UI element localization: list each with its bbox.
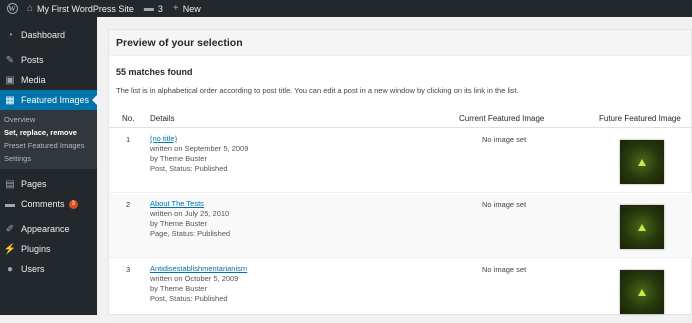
sidebar-item-label: Users <box>21 264 45 274</box>
sidebar-item-pages[interactable]: ▤ Pages <box>0 174 97 194</box>
sidebar-item-label: Appearance <box>21 224 70 234</box>
sidebar-item-featured-images[interactable]: ▦ Featured Images <box>0 90 97 110</box>
admin-bar: W ⌂ My First WordPress Site ▬ 3 + New <box>0 0 692 17</box>
row-number: 2 <box>126 200 131 209</box>
main-content: Preview of your selection 55 matches fou… <box>97 17 692 323</box>
future-image-thumbnail <box>620 270 664 314</box>
row-number: 1 <box>126 135 131 144</box>
sidebar-item-label: Posts <box>21 55 44 65</box>
post-date: written on September 5, 2009 <box>150 144 249 153</box>
featured-images-submenu: Overview Set, replace, remove Preset Fea… <box>0 110 97 169</box>
row-details: About The Tests written on July 25, 2010… <box>150 199 230 239</box>
submenu-preset-featured-images[interactable]: Preset Featured Images <box>0 139 97 152</box>
site-name-link[interactable]: ⌂ My First WordPress Site <box>22 0 139 17</box>
sidebar-item-posts[interactable]: ✎ Posts <box>0 50 97 70</box>
sidebar-item-media[interactable]: ▣ Media <box>0 70 97 90</box>
site-name: My First WordPress Site <box>37 3 134 14</box>
brush-icon: ✐ <box>5 223 15 235</box>
current-image-status: No image set <box>482 265 527 274</box>
post-status: Post, Status: Published <box>150 294 228 303</box>
row-details: (no title) written on September 5, 2009 … <box>150 134 248 174</box>
comments-link[interactable]: ▬ 3 <box>139 0 168 17</box>
wordpress-icon: W <box>6 3 18 14</box>
media-icon: ▣ <box>5 74 15 86</box>
triangle-logo-icon <box>638 223 646 231</box>
post-author: by Theme Buster <box>150 154 207 163</box>
home-icon: ⌂ <box>27 3 34 14</box>
sidebar-item-label: Featured Images <box>21 95 90 105</box>
table-row: 3 Antidisestablishmentarianism written o… <box>109 259 692 323</box>
sidebar-item-dashboard[interactable]: ◔ Dashboard <box>0 25 97 45</box>
post-author: by Theme Buster <box>150 219 207 228</box>
row-number: 3 <box>126 265 131 274</box>
table-row: 2 About The Tests written on July 25, 20… <box>109 194 692 258</box>
future-image-thumbnail <box>620 140 664 184</box>
sidebar-item-plugins[interactable]: ⚡ Plugins <box>0 239 97 259</box>
submenu-overview[interactable]: Overview <box>0 113 97 126</box>
submenu-settings[interactable]: Settings <box>0 152 97 165</box>
current-image-status: No image set <box>482 135 527 144</box>
sidebar-item-appearance[interactable]: ✐ Appearance <box>0 219 97 239</box>
image-icon: ▦ <box>5 94 15 106</box>
row-details: Antidisestablishmentarianism written on … <box>150 264 247 304</box>
post-author: by Theme Buster <box>150 284 207 293</box>
post-date: written on July 25, 2010 <box>150 209 230 218</box>
list-note: The list is in alphabetical order accord… <box>116 86 519 95</box>
matches-count: 55 matches found <box>116 67 193 77</box>
post-title-link[interactable]: About The Tests <box>150 199 230 209</box>
comment-icon: ▬ <box>143 3 154 14</box>
sidebar-item-label: Comments <box>21 199 65 209</box>
new-label: New <box>182 3 201 14</box>
post-status: Page, Status: Published <box>150 229 231 238</box>
sidebar-item-users[interactable]: ● Users <box>0 259 97 279</box>
comment-icon: ▬ <box>5 198 15 210</box>
sidebar-item-label: Media <box>21 75 46 85</box>
wordpress-logo-button[interactable]: W <box>2 0 22 17</box>
post-date: written on October 5, 2009 <box>150 274 239 283</box>
user-icon: ● <box>6 263 14 275</box>
triangle-logo-icon <box>638 158 646 166</box>
column-current: Current Featured Image <box>459 114 545 123</box>
post-title-link[interactable]: Antidisestablishmentarianism <box>150 264 247 274</box>
new-content-link[interactable]: + New <box>168 0 206 17</box>
sidebar-item-label: Pages <box>21 179 47 189</box>
triangle-logo-icon <box>638 288 646 296</box>
comments-badge: 3 <box>68 199 78 209</box>
panel-title: Preview of your selection <box>109 30 691 56</box>
post-title-link[interactable]: (no title) <box>150 134 248 144</box>
pin-icon: ✎ <box>5 54 15 66</box>
future-image-thumbnail <box>620 205 664 249</box>
column-details: Details <box>150 114 175 123</box>
column-future: Future Featured Image <box>599 114 681 123</box>
table-header: No. Details Current Featured Image Futur… <box>109 108 692 128</box>
comments-count: 3 <box>157 3 163 14</box>
current-image-status: No image set <box>482 200 527 209</box>
dashboard-icon: ◔ <box>6 29 14 41</box>
plus-icon: + <box>172 3 179 14</box>
preview-panel: Preview of your selection 55 matches fou… <box>108 29 692 323</box>
admin-sidebar: ◔ Dashboard ✎ Posts ▣ Media ▦ Featured I… <box>0 17 97 315</box>
submenu-set-replace-remove[interactable]: Set, replace, remove <box>0 126 97 139</box>
sidebar-item-label: Plugins <box>21 244 51 254</box>
plug-icon: ⚡ <box>3 243 17 255</box>
sidebar-item-comments[interactable]: ▬ Comments 3 <box>0 194 97 214</box>
table-row: 1 (no title) written on September 5, 200… <box>109 129 692 193</box>
pages-icon: ▤ <box>5 178 15 190</box>
post-status: Post, Status: Published <box>150 164 228 173</box>
column-no: No. <box>122 114 135 123</box>
sidebar-item-label: Dashboard <box>21 30 66 40</box>
